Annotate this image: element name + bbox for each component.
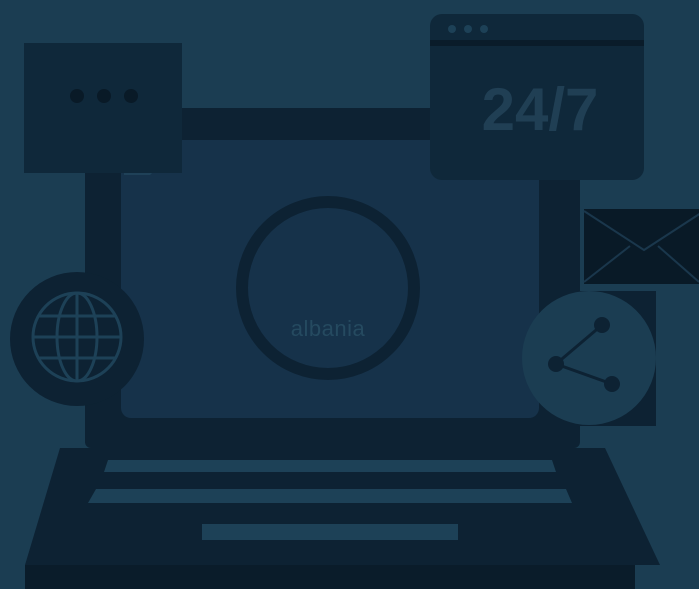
brand-label: albania [291,316,366,341]
email-icon [583,209,699,284]
window-dot [480,25,488,33]
envelope-body [584,209,699,284]
illustration-scene: albania 24/7 [0,0,699,589]
laptop-base-edge [25,565,635,589]
chat-dot [97,89,111,103]
illustration-canvas: albania 24/7 [0,0,699,589]
globe-icon [10,272,144,406]
keyboard-row [88,489,572,503]
window-dot [448,25,456,33]
chat-dot [124,89,138,103]
chat-bubble-icon [24,43,182,173]
share-circle [522,291,656,425]
trackpad [202,524,458,540]
browser-window-icon: 24/7 [430,14,644,180]
chat-dot [70,89,84,103]
keyboard-row [104,460,556,472]
share-icon [522,291,656,426]
share-node [548,356,564,372]
share-node [594,317,610,333]
share-node [604,376,620,392]
browser-titlebar-divider [430,40,644,46]
chat-bubble-body [24,43,182,173]
support-badge-label: 24/7 [482,76,599,143]
window-dot [464,25,472,33]
